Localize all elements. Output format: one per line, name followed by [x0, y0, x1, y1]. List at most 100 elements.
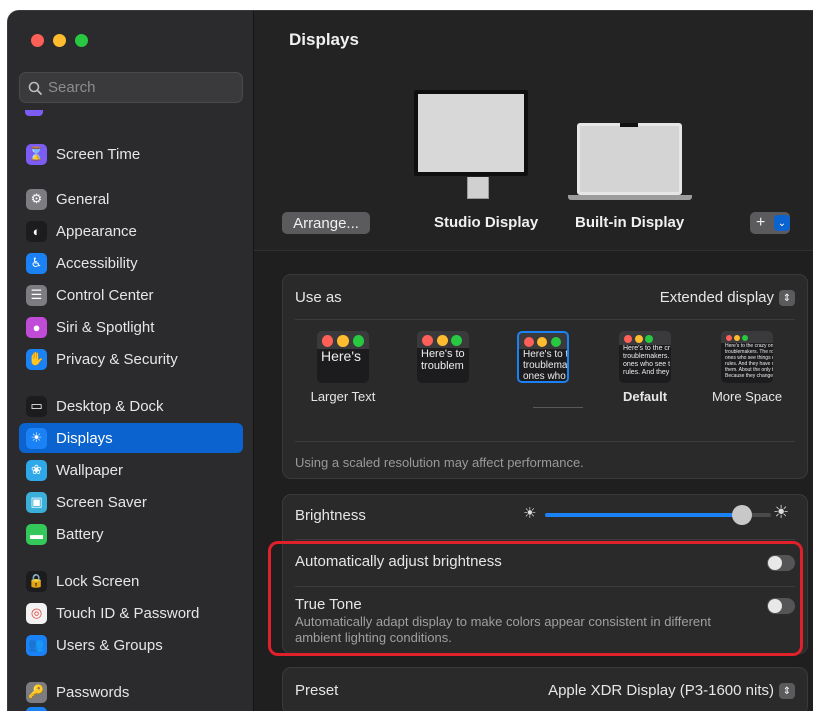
sidebar-item-internet-accounts[interactable]: @Internet Accounts: [19, 702, 243, 711]
resolution-option[interactable]: Here's to troublem: [403, 331, 483, 389]
brightness-knob[interactable]: [731, 505, 752, 525]
sun-icon: ☀: [26, 427, 47, 449]
sidebar-item-screen-saver[interactable]: ▣ Screen Saver: [19, 487, 243, 517]
sun-small-icon: ☀: [523, 505, 537, 522]
brightness-slider[interactable]: [545, 505, 771, 525]
resolution-thumbnail: Here's to the crazy one troublemakers. T…: [721, 331, 773, 383]
traffic-lights: [31, 34, 88, 47]
fingerprint-icon: ◎: [26, 602, 47, 624]
sidebar-item-accessibility[interactable]: ♿ Accessibility: [19, 248, 243, 278]
window-dots-icon: [519, 333, 567, 349]
resolution-thumbnail: Here's to troublem: [417, 331, 469, 383]
sun-large-icon: ☀: [773, 502, 790, 522]
hourglass-icon: ⌛: [26, 143, 47, 165]
brightness-label: Brightness: [295, 507, 366, 524]
sidebar: ⌛ Screen Time ⚙ General ◐ Appearance ♿ Accessib…: [8, 11, 254, 711]
resolution-thumbnail: Here's: [317, 331, 369, 383]
sidebar-item-battery[interactable]: ▬ Battery: [19, 519, 243, 549]
preset-card: Preset Apple XDR Display (P3-1600 nits) ⇕: [282, 667, 808, 711]
resolution-sample-text: Here's to t troublema ones who: [519, 349, 567, 381]
sidebar-item-label: Accessibility: [56, 254, 138, 272]
sidebar-item-privacy-security[interactable]: ✋ Privacy & Security: [19, 344, 243, 374]
updown-chevron-icon: ⇕: [779, 290, 795, 307]
notch: [620, 123, 638, 127]
resolution-label: Larger Text: [310, 389, 376, 404]
users-icon: 👥: [26, 634, 47, 656]
flower-icon: ❀: [26, 459, 47, 481]
preset-value: Apple XDR Display (P3-1600 nits): [548, 682, 774, 699]
window-dots-icon: [619, 331, 671, 345]
battery-icon: ▬: [26, 523, 47, 545]
sidebar-item-label: Lock Screen: [56, 572, 140, 590]
accessibility-icon: ♿: [26, 252, 47, 274]
sidebar-item-label: Control Center: [56, 286, 154, 304]
resolution-option[interactable]: Here's to the cr troublemakers. ones who…: [605, 331, 685, 404]
sidebar-item-general[interactable]: ⚙ General: [19, 184, 243, 214]
sidebar-item-desktop-dock[interactable]: ▭ Desktop & Dock: [19, 391, 243, 421]
sidebar-item-label: Appearance: [56, 222, 137, 240]
search-field[interactable]: [19, 72, 243, 103]
resolution-label: More Space: [711, 389, 783, 404]
sidebar-item-screen-time[interactable]: ⌛ Screen Time: [19, 139, 243, 169]
sidebar-item-appearance[interactable]: ◐ Appearance: [19, 216, 243, 246]
use-as-label: Use as: [295, 289, 342, 306]
preset-label: Preset: [295, 682, 339, 699]
page-title: Displays: [289, 30, 359, 49]
resolution-card: Use as Extended display ⇕ Here's Larger Te…: [282, 274, 808, 479]
divider: [295, 441, 795, 442]
key-icon: 🔑: [26, 681, 47, 703]
sidebar-item-lock-screen[interactable]: 🔒 Lock Screen: [19, 566, 243, 596]
divider: [295, 539, 795, 540]
hand-icon: ✋: [26, 348, 47, 370]
lock-icon: 🔒: [26, 570, 47, 592]
close-button[interactable]: [31, 34, 44, 47]
sidebar-item-label: Screen Time: [56, 145, 141, 163]
brightness-fill: [545, 513, 742, 517]
zoom-button[interactable]: [75, 34, 88, 47]
display-label-studio[interactable]: Studio Display: [434, 214, 538, 231]
sidebar-item-control-center[interactable]: ☰ Control Center: [19, 280, 243, 310]
sidebar-item-touch-id-password[interactable]: ◎ Touch ID & Password: [19, 598, 243, 628]
use-as-select[interactable]: Extended display ⇕: [660, 289, 795, 307]
builtin-display-preview[interactable]: [577, 123, 682, 195]
sidebar-item-users-groups[interactable]: 👥 Users & Groups: [19, 630, 243, 660]
window-dots-icon: [721, 331, 773, 343]
sidebar-item-displays[interactable]: ☀ Displays: [19, 423, 243, 453]
sidebar-item-label: Battery: [56, 525, 104, 543]
sidebar-item-label: General: [56, 190, 110, 208]
sidebar-item-label: Siri & Spotlight: [56, 318, 155, 336]
preset-select[interactable]: Apple XDR Display (P3-1600 nits) ⇕: [548, 682, 795, 700]
resolution-label: Default: [622, 389, 668, 404]
sidebar-item-siri-spotlight[interactable]: ● Siri & Spotlight: [19, 312, 243, 342]
resolution-thumbnail: Here's to t troublema ones who: [517, 331, 569, 383]
sidebar-item-label: Desktop & Dock: [56, 397, 164, 415]
search-input[interactable]: [48, 79, 228, 96]
updown-chevron-icon: ⇕: [779, 683, 795, 700]
chevron-down-icon[interactable]: ⌄: [774, 215, 790, 231]
divider: [295, 319, 795, 320]
studio-display-preview[interactable]: [414, 90, 528, 176]
search-icon: [28, 81, 42, 95]
studio-display-stand: [467, 177, 489, 199]
sidebar-item-label: Users & Groups: [56, 636, 163, 654]
dock-icon: ▭: [26, 395, 47, 417]
at-icon: @: [26, 706, 47, 711]
sidebar-item-wallpaper[interactable]: ❀ Wallpaper: [19, 455, 243, 485]
resolution-sample-text: Here's: [317, 349, 369, 383]
laptop-base: [568, 195, 692, 200]
resolution-option[interactable]: Here's Larger Text: [303, 331, 383, 404]
resolution-thumbnail: Here's to the cr troublemakers. ones who…: [619, 331, 671, 383]
minimize-button[interactable]: [53, 34, 66, 47]
resolution-option[interactable]: Here's to the crazy one troublemakers. T…: [707, 331, 787, 404]
sidebar-item-label: Screen Saver: [56, 493, 147, 511]
display-label-builtin[interactable]: Built-in Display: [575, 214, 684, 231]
selection-underline: [533, 407, 583, 408]
screensaver-icon: ▣: [26, 491, 47, 513]
siri-icon: ●: [26, 316, 47, 338]
window-dots-icon: [317, 331, 369, 349]
arrange-button[interactable]: Arrange...: [282, 212, 370, 234]
resolution-option[interactable]: Here's to t troublema ones who: [503, 331, 583, 389]
sidebar-item-label: Passwords: [56, 683, 130, 701]
scaled-note: Using a scaled resolution may affect per…: [295, 455, 584, 470]
annotation-highlight-box: [268, 541, 803, 656]
